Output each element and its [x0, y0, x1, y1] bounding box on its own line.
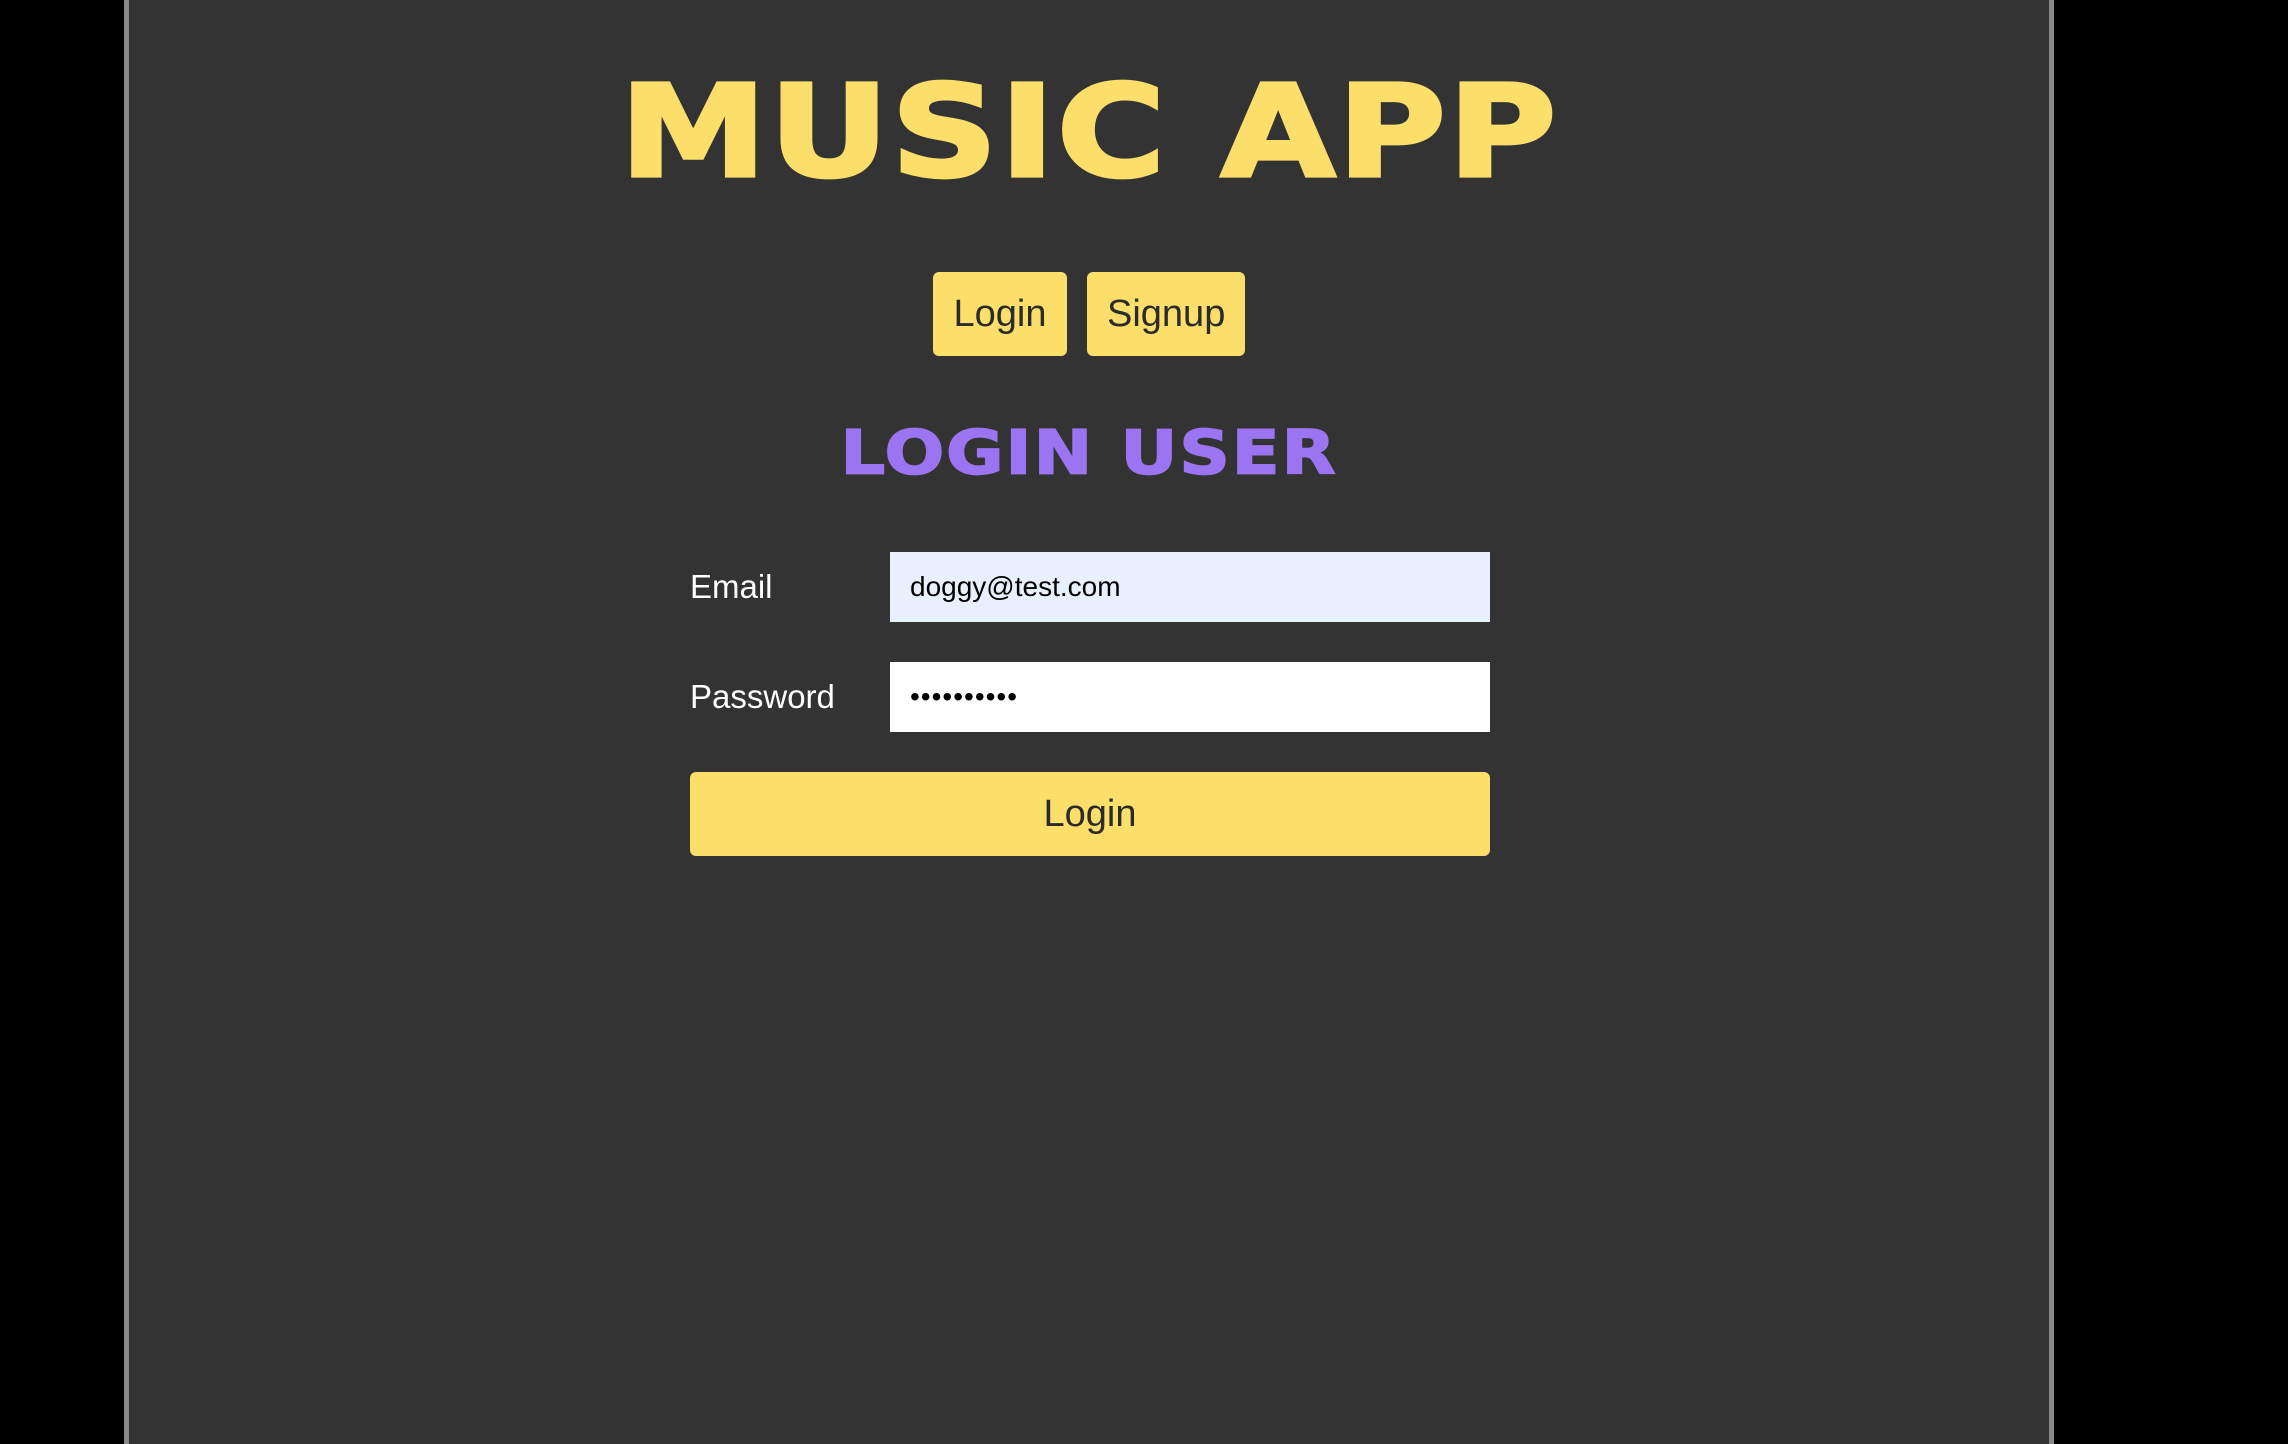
login-form: Email Password Login — [690, 552, 1490, 856]
email-row: Email — [690, 552, 1490, 622]
password-row: Password — [690, 662, 1490, 732]
nav-signup-button[interactable]: Signup — [1087, 272, 1245, 356]
nav-login-button[interactable]: Login — [933, 272, 1067, 356]
app-container: MUSIC APP Login Signup LOGIN USER Email … — [124, 0, 2054, 1444]
login-heading: LOGIN USER — [839, 417, 1338, 489]
password-label: Password — [690, 678, 835, 715]
password-field[interactable] — [890, 662, 1490, 732]
app-title: MUSIC APP — [618, 58, 1559, 206]
email-field[interactable] — [890, 552, 1490, 622]
email-label: Email — [690, 568, 773, 605]
login-submit-button[interactable]: Login — [690, 772, 1490, 856]
top-nav: Login Signup — [129, 272, 2049, 356]
